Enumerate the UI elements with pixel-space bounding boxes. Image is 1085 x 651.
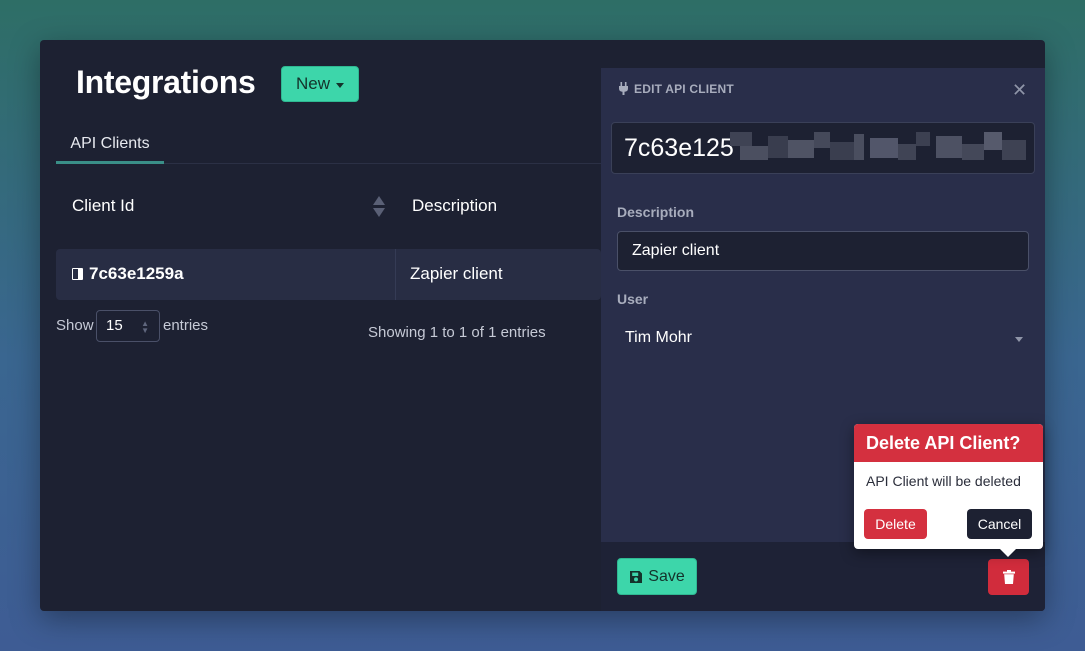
close-icon[interactable]: ✕	[1012, 80, 1027, 101]
redacted-blur	[730, 132, 1026, 160]
cancel-button[interactable]: Cancel	[967, 509, 1032, 539]
tab-api-clients[interactable]: API Clients	[56, 132, 164, 164]
plug-icon	[619, 82, 628, 95]
user-select[interactable]: Tim Mohr	[617, 321, 1029, 355]
popover-body: API Client will be deleted	[866, 473, 1021, 489]
panel-heading: EDIT API CLIENT	[634, 82, 734, 96]
select-arrows-icon: ▲ ▼	[141, 319, 149, 335]
client-id-value: 7c63e125	[624, 134, 734, 162]
confirm-delete-button[interactable]: Delete	[864, 509, 927, 539]
sort-icon[interactable]	[373, 196, 385, 218]
cell-description: Zapier client	[410, 264, 503, 283]
popover-arrow	[1000, 549, 1016, 557]
cell-divider	[395, 249, 396, 300]
chevron-down-icon	[336, 82, 344, 88]
client-id-field[interactable]: 7c63e125	[611, 122, 1035, 174]
description-input[interactable]: Zapier client	[617, 231, 1029, 271]
new-button-label: New	[295, 74, 330, 93]
popover-title: Delete API Client?	[854, 424, 1043, 462]
entries-per-page-value: 15	[106, 317, 123, 334]
client-id-text: 7c63e1259a	[89, 264, 184, 283]
page-title: Integrations	[76, 64, 256, 100]
new-button[interactable]: New	[281, 66, 359, 102]
column-header-client-id[interactable]: Client Id	[72, 196, 134, 216]
trash-icon	[1002, 570, 1015, 584]
user-label: User	[617, 291, 649, 307]
table-info: Showing 1 to 1 of 1 entries	[368, 324, 546, 341]
cell-client-id: 7c63e1259a	[72, 264, 184, 284]
save-button[interactable]: Save	[617, 558, 697, 595]
show-label: Show	[56, 317, 94, 334]
delete-client-button[interactable]	[988, 559, 1029, 595]
entries-label: entries	[163, 317, 209, 334]
column-header-description[interactable]: Description	[412, 196, 497, 216]
delete-confirm-popover: Delete API Client? API Client will be de…	[854, 424, 1043, 557]
table-row[interactable]: 7c63e1259a Zapier client	[56, 249, 601, 300]
save-button-label: Save	[648, 567, 685, 585]
user-select-value: Tim Mohr	[625, 329, 692, 346]
description-label: Description	[617, 204, 695, 220]
panel-icon	[72, 268, 83, 280]
chevron-down-icon	[1015, 337, 1023, 342]
entries-per-page-select[interactable]: 15 ▲ ▼	[96, 310, 160, 342]
save-icon	[630, 570, 643, 583]
